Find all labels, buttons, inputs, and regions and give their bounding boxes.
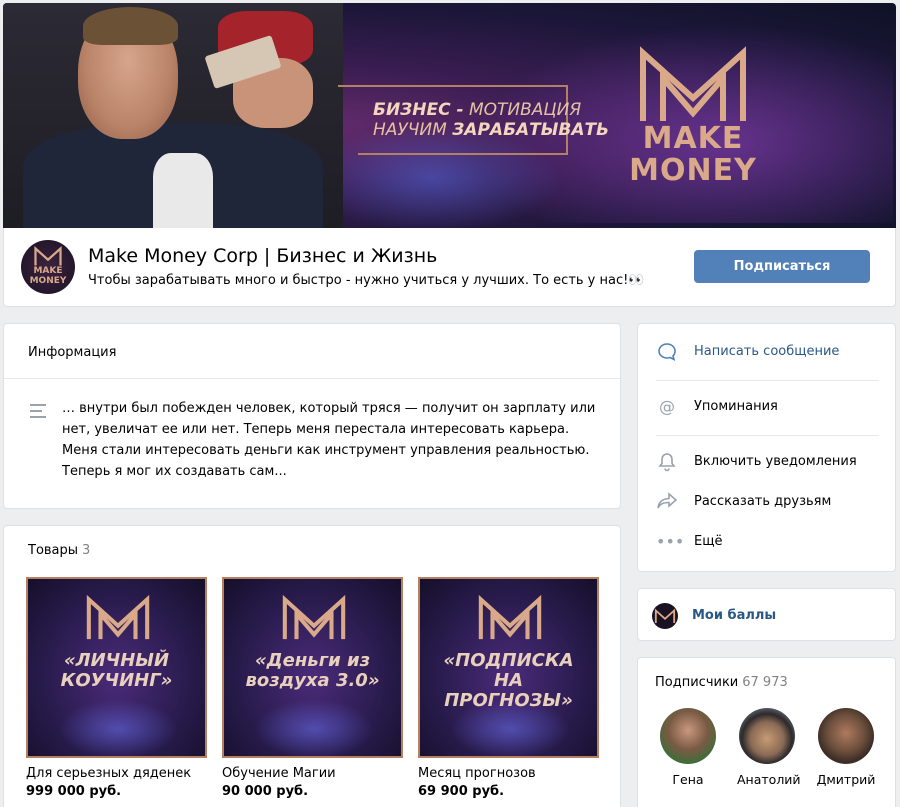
more-button[interactable]: ••• Ещё bbox=[656, 522, 881, 562]
product-item[interactable]: «ПОДПИСКА НА ПРОГНОЗЫ» Месяц прогнозов 69… bbox=[418, 577, 599, 799]
share-button[interactable]: Рассказать друзьям bbox=[656, 482, 881, 522]
product-image-title: «ЛИЧНЫЙ КОУЧИНГ» bbox=[60, 650, 173, 691]
avatar bbox=[818, 708, 874, 764]
more-label: Ещё bbox=[694, 534, 723, 549]
subscribe-button[interactable]: Подписаться bbox=[694, 250, 870, 283]
avatar bbox=[660, 708, 716, 764]
product-name[interactable]: Обучение Магии bbox=[222, 766, 403, 781]
product-price: 90 000 руб. bbox=[222, 784, 309, 799]
divider bbox=[656, 380, 879, 381]
share-arrow-icon bbox=[656, 492, 678, 512]
description-icon bbox=[30, 404, 46, 422]
group-header: MAKE MONEY Make Money Corp | Бизнес и Жи… bbox=[3, 228, 896, 307]
product-price: 69 900 руб. bbox=[418, 784, 505, 799]
subscriber-name: Гена bbox=[672, 772, 704, 787]
share-label: Рассказать друзьям bbox=[694, 494, 832, 509]
write-message-label: Написать сообщение bbox=[694, 344, 840, 359]
goods-title[interactable]: Товары 3 bbox=[28, 543, 90, 558]
product-item[interactable]: «Деньги из воздуха 3.0» Обучение Магии 90… bbox=[222, 577, 403, 799]
group-name: Make Money Corp | Бизнес и Жизнь bbox=[88, 245, 438, 267]
my-points-card[interactable]: Мои баллы bbox=[637, 588, 896, 641]
subscribers-card: Подписчики 67 973 Гена Анатолий Дмитрий bbox=[637, 657, 896, 807]
more-dots-icon: ••• bbox=[656, 532, 685, 551]
product-image-title: «Деньги из воздуха 3.0» bbox=[245, 650, 380, 691]
divider bbox=[4, 378, 620, 379]
info-description: … внутри был побежден человек, который т… bbox=[62, 401, 596, 479]
cover-logo-money: MONEY bbox=[629, 153, 757, 188]
product-image[interactable]: «ЛИЧНЫЙ КОУЧИНГ» bbox=[26, 577, 207, 758]
subscriber-item[interactable]: Дмитрий bbox=[816, 708, 876, 787]
m-logo-icon bbox=[478, 594, 542, 640]
m-logo-icon bbox=[640, 46, 746, 121]
subscribers-title[interactable]: Подписчики 67 973 bbox=[655, 675, 788, 690]
actions-card: Написать сообщение @ Упоминания Включить… bbox=[637, 323, 896, 572]
cover-slogan-line2: НАУЧИМ ЗАРАБАТЫВАТЬ bbox=[373, 120, 610, 140]
subscriber-item[interactable]: Гена bbox=[658, 708, 718, 787]
group-status: Чтобы зарабатывать много и быстро - нужн… bbox=[88, 273, 645, 288]
cover-person-shirt bbox=[153, 153, 213, 229]
write-message-button[interactable]: Написать сообщение bbox=[656, 332, 881, 372]
product-price: 999 000 руб. bbox=[26, 784, 122, 799]
bell-icon bbox=[656, 452, 678, 472]
m-logo-icon bbox=[86, 594, 150, 640]
cover-person-hair bbox=[83, 7, 178, 45]
m-logo-icon bbox=[34, 246, 62, 266]
cover-slogan-line1: БИЗНЕС - МОТИВАЦИЯ bbox=[373, 100, 582, 120]
my-points-label: Мои баллы bbox=[692, 608, 777, 623]
mentions-label: Упоминания bbox=[694, 399, 778, 414]
avatar-text-money: MONEY bbox=[29, 276, 67, 286]
product-name[interactable]: Месяц прогнозов bbox=[418, 766, 599, 781]
mentions-button[interactable]: @ Упоминания bbox=[656, 387, 881, 427]
cover-logo: MAKE MONEY bbox=[623, 43, 763, 193]
notifications-label: Включить уведомления bbox=[694, 454, 857, 469]
subscriber-name: Анатолий bbox=[737, 772, 801, 787]
cover-logo-make: MAKE bbox=[642, 121, 744, 156]
cover-image[interactable]: БИЗНЕС - МОТИВАЦИЯ НАУЧИМ ЗАРАБАТЫВАТЬ M… bbox=[3, 3, 896, 229]
product-item[interactable]: «ЛИЧНЫЙ КОУЧИНГ» Для серьезных дяденек 99… bbox=[26, 577, 207, 799]
cover-person-photo bbox=[3, 3, 343, 229]
notifications-button[interactable]: Включить уведомления bbox=[656, 442, 881, 482]
product-name[interactable]: Для серьезных дяденек bbox=[26, 766, 207, 781]
avatar bbox=[739, 708, 795, 764]
info-title: Информация bbox=[28, 345, 117, 360]
subscriber-name: Дмитрий bbox=[816, 772, 876, 787]
group-avatar[interactable]: MAKE MONEY bbox=[21, 240, 75, 294]
points-avatar bbox=[652, 603, 678, 629]
avatar-text-make: MAKE bbox=[33, 266, 63, 276]
divider bbox=[656, 435, 879, 436]
at-icon: @ bbox=[659, 397, 675, 416]
message-icon bbox=[656, 342, 678, 362]
goods-card: Товары 3 «ЛИЧНЫЙ КОУЧИНГ» Для серьезных дя… bbox=[3, 525, 621, 807]
product-image[interactable]: «ПОДПИСКА НА ПРОГНОЗЫ» bbox=[418, 577, 599, 758]
info-card: Информация … внутри был побежден человек… bbox=[3, 323, 621, 509]
product-image[interactable]: «Деньги из воздуха 3.0» bbox=[222, 577, 403, 758]
product-image-title: «ПОДПИСКА НА ПРОГНОЗЫ» bbox=[443, 650, 574, 711]
subscriber-item[interactable]: Анатолий bbox=[737, 708, 801, 787]
m-logo-icon bbox=[282, 594, 346, 640]
